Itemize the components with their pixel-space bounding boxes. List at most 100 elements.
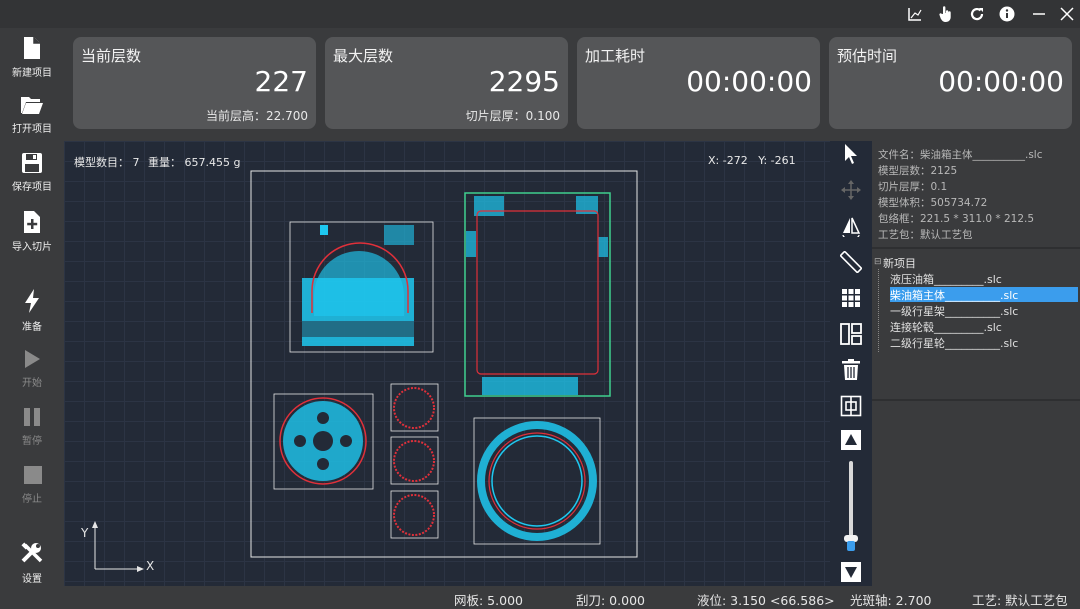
project-tree: ⊟ 新项目 液压油箱_________.slc 柴油箱主体__________.… <box>872 253 1080 403</box>
delete-button[interactable] <box>836 357 866 383</box>
save-icon <box>22 153 42 173</box>
info-process: 工艺包：默认工艺包 <box>878 229 973 241</box>
chart-icon[interactable] <box>905 4 925 24</box>
settings-label: 设置 <box>22 574 42 585</box>
axis-indicator <box>92 521 144 572</box>
cursor-arrow-icon <box>845 144 857 164</box>
layer-slider[interactable] <box>844 461 858 551</box>
current-layer-title: 当前层数 <box>81 47 142 65</box>
status-bar: 网板: 5.000 刮刀: 0.000 液位: 3.150 <66.586> 光… <box>64 586 1080 608</box>
layer-down-button[interactable] <box>836 559 866 585</box>
part-connecting-hub <box>273 393 374 490</box>
play-icon <box>25 350 40 368</box>
info-thickness: 切片层厚：0.1 <box>878 181 948 193</box>
ruler-icon <box>840 251 862 273</box>
arrange-grid-button[interactable] <box>836 285 866 311</box>
status-process: 工艺: 默认工艺包 <box>972 593 1068 608</box>
new-project-label: 新建项目 <box>12 68 52 79</box>
settings-button[interactable]: 设置 <box>0 538 64 594</box>
move-arrows-icon <box>841 180 861 200</box>
open-project-button[interactable]: 打开项目 <box>0 90 64 146</box>
tree-item-planet-gear[interactable]: 二级行星轮__________.slc <box>890 335 1078 350</box>
prepare-label: 准备 <box>22 322 42 333</box>
layout-tool-button[interactable] <box>836 321 866 347</box>
viewport-toolbar <box>830 141 872 586</box>
part-planet-carrier <box>473 417 601 545</box>
tree-collapse-icon[interactable]: ⊟ <box>874 257 882 267</box>
tools-icon <box>21 542 43 563</box>
process-time-card: 加工耗时 00:00:00 <box>577 37 820 129</box>
status-plate: 网板: 5.000 <box>454 593 523 608</box>
stop-icon <box>24 466 42 484</box>
info-icon[interactable] <box>997 4 1017 24</box>
part-hydraulic-tank <box>289 221 434 353</box>
open-project-label: 打开项目 <box>12 124 52 135</box>
import-slice-button[interactable]: 导入切片 <box>0 206 64 262</box>
stop-label: 停止 <box>22 494 42 505</box>
build-plate-drawing <box>92 170 638 572</box>
import-slice-label: 导入切片 <box>12 242 52 253</box>
start-label: 开始 <box>22 378 42 389</box>
sidebar: 新建项目 打开项目 保存项目 导入切片 准备 开始 暂停 停止 设置 <box>0 28 64 607</box>
save-project-label: 保存项目 <box>12 182 52 193</box>
pause-icon <box>24 408 40 426</box>
current-layer-height: 当前层高：22.700 <box>206 109 308 123</box>
estimated-time-title: 预估时间 <box>837 47 898 65</box>
minimize-icon[interactable] <box>1029 4 1049 24</box>
current-layer-value: 227 <box>254 65 308 98</box>
layer-up-button[interactable] <box>836 427 866 453</box>
layer-slider-fill <box>847 541 855 551</box>
close-icon[interactable] <box>1057 4 1077 24</box>
tree-root[interactable]: 新项目 <box>883 255 916 271</box>
stop-button[interactable]: 停止 <box>0 460 64 516</box>
slice-thickness: 切片层厚：0.100 <box>465 109 560 123</box>
tree-line <box>878 269 880 352</box>
status-galvo: 光斑轴: 2.700 <box>850 593 932 608</box>
info-bbox: 包络框：221.5 * 311.0 * 212.5 <box>878 213 1035 225</box>
estimated-time-value: 00:00:00 <box>938 65 1064 98</box>
max-layer-title: 最大层数 <box>333 47 394 65</box>
build-platform <box>250 170 638 558</box>
save-project-button[interactable]: 保存项目 <box>0 148 64 204</box>
prepare-button[interactable]: 准备 <box>0 284 64 340</box>
tree-item-hydraulic-tank[interactable]: 液压油箱_________.slc <box>890 271 1078 286</box>
center-button[interactable] <box>836 393 866 419</box>
triangle-down-icon <box>841 562 861 582</box>
panel-divider-bottom <box>872 399 1080 401</box>
tree-item-planet-carrier[interactable]: 一级行星架__________.slc <box>890 303 1078 318</box>
refresh-icon[interactable] <box>967 4 987 24</box>
tree-item-diesel-tank-body[interactable]: 柴油箱主体__________.slc <box>890 287 1078 302</box>
estimated-time-card: 预估时间 00:00:00 <box>829 37 1072 129</box>
title-bar <box>0 0 1080 28</box>
slice-viewport[interactable]: 模型数目： 7 重量： 657.455 g X: -272 Y: -261 Y … <box>64 141 830 586</box>
panel-divider <box>872 247 1080 249</box>
select-tool-button[interactable] <box>836 141 866 167</box>
max-layer-card: 最大层数 2295 切片层厚：0.100 <box>325 37 568 129</box>
process-time-value: 00:00:00 <box>686 65 812 98</box>
info-layers: 模型层数：2125 <box>878 165 958 177</box>
new-file-icon <box>24 37 40 59</box>
tree-item-connecting-hub[interactable]: 连接轮毂_________.slc <box>890 319 1078 334</box>
mirror-icon <box>842 217 861 237</box>
triangle-up-icon <box>841 430 861 450</box>
pause-button[interactable]: 暂停 <box>0 402 64 458</box>
new-project-button[interactable]: 新建项目 <box>0 32 64 88</box>
start-button[interactable]: 开始 <box>0 344 64 400</box>
status-level: 液位: 3.150 <66.586> <box>697 593 835 608</box>
move-tool-button[interactable] <box>836 177 866 203</box>
pause-label: 暂停 <box>22 436 42 447</box>
mirror-tool-button[interactable] <box>836 213 866 239</box>
model-info-panel: 文件名：柴油箱主体__________.slc 模型层数：2125 切片层厚：0… <box>872 141 1080 586</box>
trash-icon <box>842 359 860 380</box>
process-time-title: 加工耗时 <box>585 47 646 65</box>
hand-pointer-icon[interactable] <box>936 4 956 24</box>
info-volume: 模型体积：505734.72 <box>878 197 988 209</box>
status-scraper: 刮刀: 0.000 <box>576 593 645 608</box>
axis-x-label: X <box>146 559 155 573</box>
lightning-icon <box>25 289 39 313</box>
measure-tool-button[interactable] <box>836 249 866 275</box>
max-layer-value: 2295 <box>488 65 560 98</box>
layout-icon <box>840 323 862 345</box>
part-diesel-tank-body <box>464 192 611 397</box>
part-planet-gears <box>390 383 439 539</box>
